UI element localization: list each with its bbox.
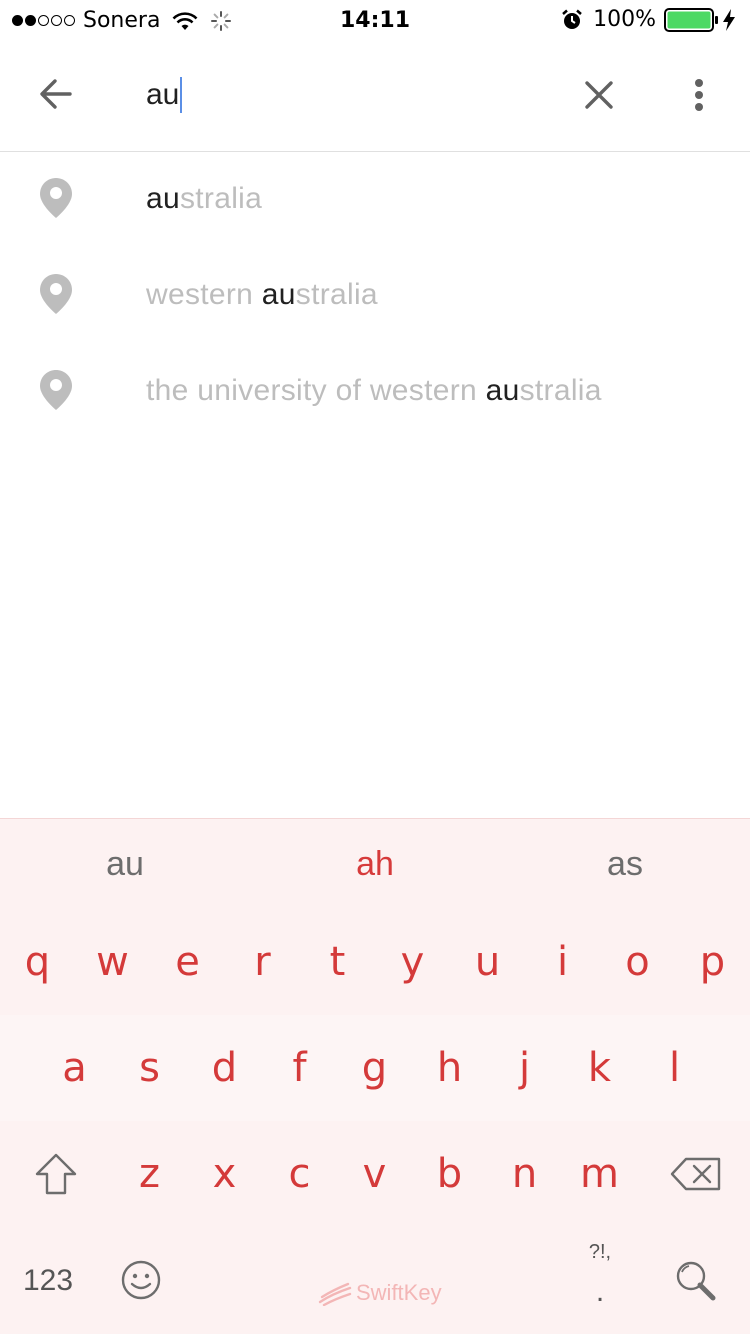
- emoji-icon: [121, 1260, 161, 1300]
- key[interactable]: j: [487, 1015, 562, 1121]
- prediction-right[interactable]: as: [500, 819, 750, 909]
- location-pin-icon: [40, 370, 72, 410]
- period-label: .: [595, 1275, 605, 1308]
- key-row-3: z x c v b n m: [0, 1121, 750, 1227]
- emoji-key[interactable]: [110, 1249, 172, 1311]
- suggestion-text: australia: [146, 182, 262, 216]
- search-icon: [676, 1261, 716, 1301]
- key[interactable]: z: [112, 1121, 187, 1227]
- key[interactable]: e: [150, 909, 225, 1015]
- suggestion-item[interactable]: australia: [0, 152, 750, 248]
- key-row-1: q w e r t y u i o p: [0, 909, 750, 1015]
- charging-bolt-icon: [723, 8, 735, 31]
- suggestion-list: australia western australia the universi…: [0, 152, 750, 440]
- key[interactable]: x: [187, 1121, 262, 1227]
- battery-percent: 100%: [593, 7, 656, 32]
- location-pin-icon: [40, 274, 72, 314]
- punctuation-key[interactable]: ?!, .: [570, 1241, 630, 1321]
- search-query: au: [146, 78, 180, 111]
- key[interactable]: f: [262, 1015, 337, 1121]
- suggestion-prefix: western: [146, 278, 262, 311]
- delete-key[interactable]: [656, 1141, 736, 1207]
- key[interactable]: a: [37, 1015, 112, 1121]
- back-button[interactable]: [30, 68, 82, 120]
- swiftkey-logo-icon: [318, 1282, 352, 1306]
- key[interactable]: s: [112, 1015, 187, 1121]
- key[interactable]: t: [300, 909, 375, 1015]
- status-right: 100%: [561, 7, 736, 32]
- suggestion-suffix: stralia: [179, 182, 263, 215]
- location-pin-icon: [40, 178, 72, 218]
- key[interactable]: v: [337, 1121, 412, 1227]
- key[interactable]: y: [375, 909, 450, 1015]
- arrow-left-icon: [40, 79, 72, 109]
- more-vert-icon: [695, 79, 703, 111]
- close-icon: [585, 81, 613, 109]
- suggestion-prefix: the university of western: [146, 374, 486, 407]
- alarm-clock-icon: [562, 9, 582, 29]
- punctuation-label: ?!,: [588, 1241, 612, 1263]
- key[interactable]: k: [562, 1015, 637, 1121]
- key[interactable]: p: [675, 909, 750, 1015]
- backspace-icon: [670, 1157, 721, 1191]
- battery-icon: [664, 7, 718, 32]
- key[interactable]: n: [487, 1121, 562, 1227]
- search-input[interactable]: au: [146, 72, 183, 118]
- suggestion-suffix: stralia: [295, 278, 378, 311]
- more-options-button[interactable]: [676, 68, 722, 122]
- key[interactable]: q: [0, 909, 75, 1015]
- suggestion-item[interactable]: the university of western australia: [0, 344, 750, 440]
- key[interactable]: g: [337, 1015, 412, 1121]
- shift-icon: [35, 1153, 77, 1195]
- prediction-center[interactable]: ah: [250, 819, 500, 909]
- key[interactable]: u: [450, 909, 525, 1015]
- key[interactable]: m: [562, 1121, 637, 1227]
- brand-label: SwiftKey: [356, 1280, 442, 1305]
- key[interactable]: i: [525, 909, 600, 1015]
- suggestion-item[interactable]: western australia: [0, 248, 750, 344]
- key-row-2: a s d f g h j k l: [0, 1015, 750, 1121]
- key[interactable]: c: [262, 1121, 337, 1227]
- key-row-4: 123 SwiftKey ?!, .: [0, 1227, 750, 1334]
- key[interactable]: r: [225, 909, 300, 1015]
- swiftkey-brand: SwiftKey: [318, 1273, 442, 1313]
- key[interactable]: b: [412, 1121, 487, 1227]
- prediction-left[interactable]: au: [0, 819, 250, 909]
- status-bar: Sonera 14:11 100%: [0, 0, 750, 40]
- prediction-bar: au ah as: [0, 819, 750, 909]
- key[interactable]: d: [187, 1015, 262, 1121]
- suggestion-suffix: stralia: [519, 374, 602, 407]
- key[interactable]: o: [600, 909, 675, 1015]
- key[interactable]: l: [637, 1015, 712, 1121]
- numbers-key[interactable]: 123: [10, 1251, 86, 1311]
- clear-button[interactable]: [574, 70, 624, 120]
- text-caret: [180, 77, 183, 113]
- search-bar: au: [0, 40, 750, 152]
- search-key[interactable]: [662, 1247, 728, 1313]
- keyboard: au ah as q w e r t y u i o p a s d f g h…: [0, 818, 750, 1334]
- key[interactable]: h: [412, 1015, 487, 1121]
- key[interactable]: w: [75, 909, 150, 1015]
- shift-key[interactable]: [18, 1141, 94, 1207]
- suggestion-text: western australia: [146, 278, 378, 312]
- suggestion-match: au: [146, 182, 180, 215]
- suggestion-match: au: [485, 374, 520, 407]
- suggestion-match: au: [261, 278, 296, 311]
- suggestion-text: the university of western australia: [146, 374, 602, 408]
